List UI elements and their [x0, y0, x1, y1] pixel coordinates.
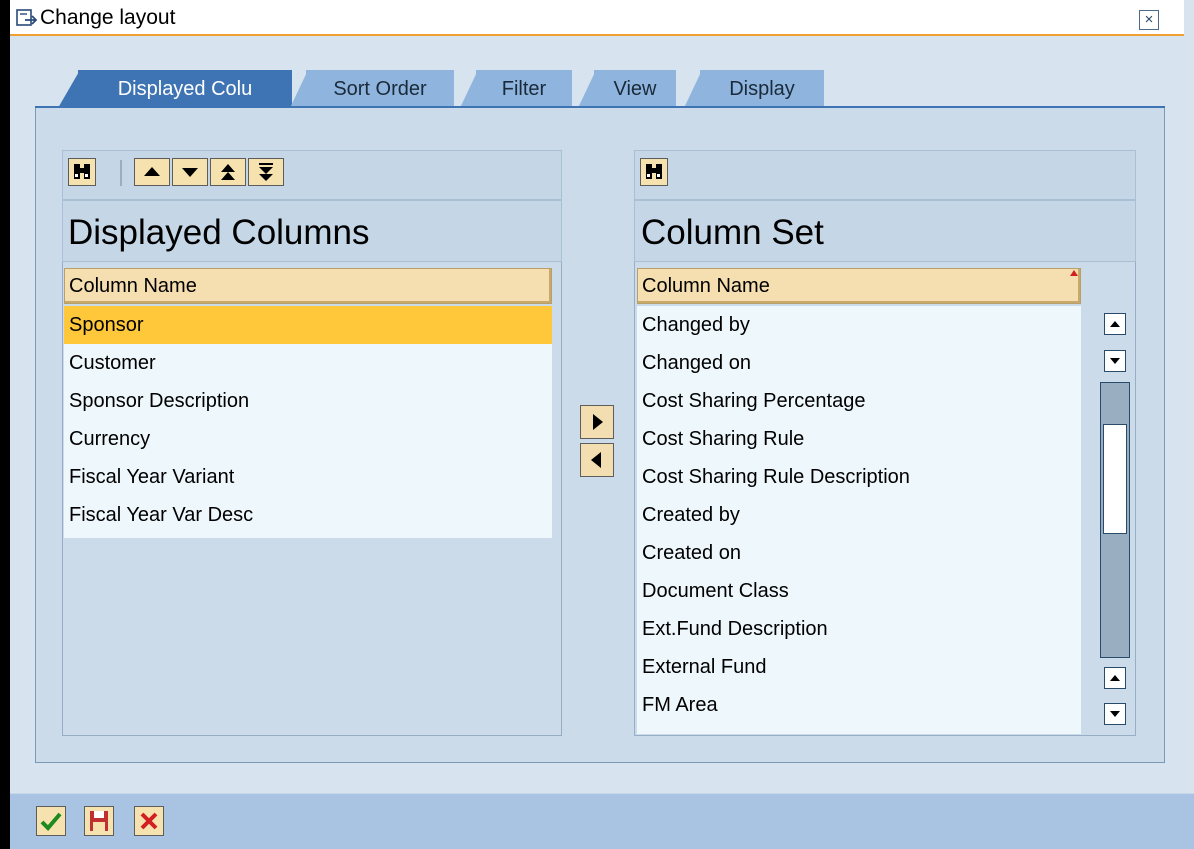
scroll-down-icon [1110, 711, 1120, 717]
tab-view[interactable]: View [594, 70, 676, 108]
list-item[interactable]: Sponsor Description [64, 382, 552, 420]
list-item[interactable]: Created on [637, 534, 1081, 572]
move-top-icon [221, 164, 235, 180]
column-set-heading: Column Set [641, 213, 824, 252]
confirm-check-icon [40, 812, 62, 831]
tab-label: Displayed Colu [117, 78, 253, 100]
list-item-label: Sponsor Description [69, 390, 250, 412]
list-item-label: FM Area [642, 694, 718, 716]
move-left-button[interactable] [580, 443, 614, 477]
window-left-border [0, 0, 10, 849]
list-item[interactable]: Fiscal Year Variant [64, 458, 552, 496]
list-item-label: External Fund [642, 656, 767, 678]
move-top-button[interactable] [210, 158, 246, 186]
scroll-up-button[interactable] [1104, 313, 1126, 335]
scrollbar-thumb[interactable] [1103, 424, 1127, 534]
column-set-toolbar [634, 150, 1136, 200]
list-item-label: Cost Sharing Percentage [642, 390, 866, 412]
tab-edge [684, 70, 702, 108]
move-down-icon [182, 168, 198, 177]
list-item[interactable]: Fiscal Year Var Desc [64, 496, 552, 534]
list-item[interactable]: Cost Sharing Rule [637, 420, 1081, 458]
list-item-label: Document Class [642, 580, 789, 602]
scroll-up-icon [1110, 321, 1120, 327]
list-item[interactable]: Created by [637, 496, 1081, 534]
tab-edge [290, 70, 308, 108]
move-up-button[interactable] [134, 158, 170, 186]
scroll-down-icon [1110, 358, 1120, 364]
list-item-label: Fiscal Year Variant [69, 466, 235, 488]
confirm-button[interactable] [36, 806, 66, 836]
tab-edge [578, 70, 596, 108]
move-bottom-button[interactable] [248, 158, 284, 186]
close-button[interactable]: × [1139, 10, 1159, 30]
tab-label: Display [729, 78, 795, 100]
list-item-label: Sponsor [69, 314, 144, 336]
move-right-icon [593, 414, 603, 430]
find-icon [646, 164, 662, 179]
list-item[interactable]: Document Class [637, 572, 1081, 610]
tab-label: Sort Order [333, 78, 427, 100]
scroll-page-down-button[interactable] [1104, 703, 1126, 725]
list-item[interactable]: Cost Sharing Percentage [637, 382, 1081, 420]
toolbar-separator [120, 160, 122, 186]
scroll-up-icon [1110, 675, 1120, 681]
list-item-label: Fiscal Year Var Desc [69, 504, 254, 526]
list-item[interactable]: FM Area [637, 686, 1081, 724]
list-item[interactable]: Cost Sharing Rule Description [637, 458, 1081, 496]
close-icon: × [1144, 11, 1154, 28]
find-icon [74, 164, 90, 179]
right-column-name-header[interactable]: Column Name [637, 268, 1081, 304]
displayed-columns-list: Sponsor Customer Sponsor Description Cur… [64, 306, 552, 538]
tab-displayed-columns[interactable]: Displayed Colu [78, 70, 292, 108]
cancel-button[interactable] [134, 806, 164, 836]
list-item[interactable]: External Fund [637, 648, 1081, 686]
tab-filter[interactable]: Filter [476, 70, 572, 108]
scroll-page-up-button[interactable] [1104, 667, 1126, 689]
list-item[interactable]: Changed on [637, 344, 1081, 382]
cancel-icon [140, 812, 158, 830]
list-item[interactable]: Currency [64, 420, 552, 458]
list-item-label: Created on [642, 542, 741, 564]
tab-sort-order[interactable]: Sort Order [306, 70, 454, 108]
tab-label: View [613, 78, 657, 100]
find-button[interactable] [640, 158, 668, 186]
title-bar [10, 0, 1184, 36]
move-up-icon [144, 167, 160, 176]
list-item-label: Cost Sharing Rule [642, 428, 805, 450]
move-left-icon [591, 452, 601, 468]
find-button[interactable] [68, 158, 96, 186]
move-down-button[interactable] [172, 158, 208, 186]
list-item-label: Created by [642, 504, 740, 526]
list-item[interactable]: Customer [64, 344, 552, 382]
tab-edge [58, 70, 80, 108]
list-item-label: Changed by [642, 314, 750, 336]
list-item-label: Ext.Fund Description [642, 618, 828, 640]
tab-label: Filter [501, 78, 547, 100]
list-item-label: Cost Sharing Rule Description [642, 466, 910, 488]
list-item-label: Currency [69, 428, 151, 450]
column-set-list: Changed by Changed on Cost Sharing Perce… [637, 306, 1081, 734]
scroll-down-button[interactable] [1104, 350, 1126, 372]
displayed-columns-heading: Displayed Columns [68, 213, 370, 252]
list-item-label: Customer [69, 352, 156, 374]
tab-display[interactable]: Display [700, 70, 824, 108]
list-item[interactable]: Changed by [637, 306, 1081, 344]
left-column-name-header[interactable]: Column Name [64, 268, 552, 304]
change-layout-icon [16, 8, 38, 28]
window-title: Change layout [40, 6, 176, 29]
move-bottom-icon [259, 163, 273, 181]
list-item[interactable]: Ext.Fund Description [637, 610, 1081, 648]
tab-edge [460, 70, 478, 108]
footer-toolbar [10, 793, 1194, 849]
save-button[interactable] [84, 806, 114, 836]
move-right-button[interactable] [580, 405, 614, 439]
list-item-label: Changed on [642, 352, 751, 374]
sort-indicator-icon [1070, 270, 1078, 276]
list-item[interactable]: Sponsor [64, 306, 552, 344]
save-icon [90, 811, 108, 831]
